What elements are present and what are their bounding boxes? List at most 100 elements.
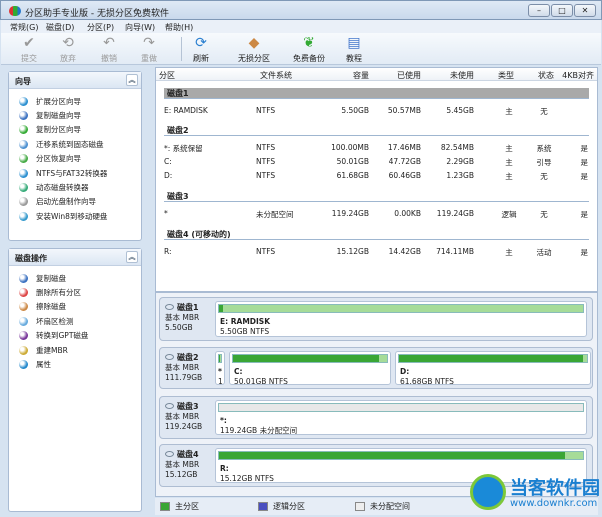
disk-type: 基本 MBR	[165, 460, 200, 469]
refresh-button[interactable]: ⟳ 刷新	[181, 35, 221, 64]
item-label: 启动光盘制作向导	[36, 197, 96, 207]
column-header[interactable]: 未使用	[450, 70, 474, 81]
disk-type: 基本 MBR	[165, 412, 200, 421]
menu-partition[interactable]: 分区(P)	[87, 22, 114, 33]
panel-item[interactable]: 重建MBR	[9, 343, 141, 357]
usage-fill	[219, 452, 565, 459]
wizard-panel-header: 向导 ︽	[9, 72, 141, 89]
panel-item[interactable]: 擦除磁盘	[9, 300, 141, 314]
commit-button[interactable]: ✔ 提交	[9, 35, 49, 64]
disk-panel[interactable]: 磁盘1 基本 MBR 5.50GB E: RAMDISK 5.50GB NTFS	[159, 297, 593, 341]
watermark: 当客软件园 www.downkr.com	[470, 470, 600, 517]
panel-item[interactable]: 迁移系统到固态磁盘	[9, 137, 141, 151]
tutorial-button[interactable]: ▤ 教程	[334, 35, 374, 64]
table-cell: 0.00KB	[394, 209, 421, 218]
item-icon	[19, 139, 28, 149]
menu-general[interactable]: 常规(G)	[10, 22, 38, 33]
item-icon	[19, 316, 28, 326]
unallocated-swatch-icon	[355, 502, 365, 511]
panel-item[interactable]: 复制磁盘	[9, 271, 141, 285]
lossless-partition-button[interactable]: ◆ 无损分区	[231, 35, 277, 64]
column-header[interactable]: 已使用	[397, 70, 421, 81]
partition-label: E: RAMDISK 5.50GB NTFS	[220, 317, 270, 337]
disk-name-line: 磁盘4	[165, 450, 199, 460]
panel-item[interactable]: 转换到GPT磁盘	[9, 329, 141, 343]
panel-item[interactable]: NTFS与FAT32转换器	[9, 166, 141, 180]
panel-item[interactable]: 坏扇区检测	[9, 314, 141, 328]
item-label: 复制分区向导	[36, 125, 81, 135]
logical-swatch-icon	[258, 502, 268, 511]
redo-button[interactable]: ↷ 重做	[129, 35, 169, 64]
usage-fill	[233, 355, 380, 362]
item-icon	[19, 360, 28, 370]
partition-table: 分区 文件系统 容量 已使用 未使用 类型 状态 4KB对齐 磁盘1 E: RAMDISK NTF…	[155, 67, 598, 292]
undo-button[interactable]: ↶ 撤销	[89, 35, 129, 64]
column-header[interactable]: 4KB对齐	[562, 70, 594, 81]
table-row[interactable]: D: NTFS 61.68GB 60.46GB 1.23GB 主 无 是	[156, 170, 597, 183]
item-label: 安装Win8到移动硬盘	[36, 211, 108, 221]
item-label: 删除所有分区	[36, 288, 81, 298]
table-row[interactable]: R: NTFS 15.12GB 14.42GB 714.11MB 主 活动 是	[156, 246, 597, 259]
disk-panel[interactable]: 磁盘2 基本 MBR 111.79GB * 1 C: 50.01GB NTFS D: 61.68…	[159, 347, 593, 389]
table-cell: 17.46MB	[387, 143, 421, 152]
table-cell: 主	[505, 248, 513, 257]
disk-panel[interactable]: 磁盘3 基本 MBR 119.24GB *: 119.24GB 未分配空间	[159, 396, 593, 439]
partition-block[interactable]: D: 61.68GB NTFS	[395, 351, 591, 386]
free-backup-button[interactable]: ❦ 免费备份	[286, 35, 332, 64]
panel-item[interactable]: 动态磁盘转换器	[9, 180, 141, 194]
column-header[interactable]: 状态	[538, 70, 554, 81]
item-icon	[19, 302, 28, 312]
column-header[interactable]: 类型	[498, 70, 514, 81]
maximize-button[interactable]: □	[551, 4, 573, 17]
panel-item[interactable]: 删除所有分区	[9, 285, 141, 299]
table-cell: 主	[505, 107, 513, 116]
item-label: 复制磁盘向导	[36, 111, 81, 121]
item-icon	[19, 331, 28, 341]
menu-help[interactable]: 帮助(H)	[165, 22, 193, 33]
table-row[interactable]: C: NTFS 50.01GB 47.72GB 2.29GB 主 引导 是	[156, 156, 597, 169]
item-label: 坏扇区检测	[36, 316, 74, 326]
item-label: NTFS与FAT32转换器	[36, 168, 108, 178]
table-header: 分区 文件系统 容量 已使用 未使用 类型 状态 4KB对齐	[156, 68, 597, 81]
check-icon: ✔	[23, 35, 35, 51]
panel-item[interactable]: 启动光盘制作向导	[9, 195, 141, 209]
panel-item[interactable]: 扩展分区向导	[9, 94, 141, 108]
disk-type: 基本 MBR	[165, 363, 200, 372]
column-header[interactable]: 容量	[353, 70, 369, 81]
backup-icon: ❦	[303, 35, 315, 51]
item-label: 动态磁盘转换器	[36, 183, 89, 193]
panel-item[interactable]: 安装Win8到移动硬盘	[9, 209, 141, 223]
partition-block[interactable]: E: RAMDISK 5.50GB NTFS	[215, 301, 587, 337]
app-icon	[9, 6, 21, 16]
table-cell: 是	[580, 248, 589, 257]
panel-item[interactable]: 复制磁盘向导	[9, 108, 141, 122]
partition-block[interactable]: C: 50.01GB NTFS	[229, 351, 391, 386]
panel-item[interactable]: 分区恢复向导	[9, 152, 141, 166]
panel-item[interactable]: 复制分区向导	[9, 123, 141, 137]
table-row[interactable]: *: 系统保留 NTFS 100.00MB 17.46MB 82.54MB 主 系统 是	[156, 142, 597, 155]
partition-block[interactable]: * 1	[215, 351, 225, 386]
menu-wizard[interactable]: 向导(W)	[125, 22, 155, 33]
table-row[interactable]: * 未分配空间 119.24GB 0.00KB 119.24GB 逻辑 无 是	[156, 208, 597, 221]
table-row[interactable]: E: RAMDISK NTFS 5.50GB 50.57MB 5.45GB 主 无	[156, 105, 597, 118]
undo-icon: ↶	[103, 35, 115, 51]
disk-name: 磁盘4	[177, 450, 199, 459]
menu-disk[interactable]: 磁盘(D)	[46, 22, 74, 33]
close-button[interactable]: ✕	[574, 4, 596, 17]
legend-unallocated: 未分配空间	[355, 501, 410, 512]
column-header[interactable]: 文件系统	[260, 70, 292, 81]
column-header[interactable]: 分区	[159, 70, 175, 81]
usage-bar	[218, 354, 222, 363]
table-cell: 无	[540, 107, 548, 116]
partition-block[interactable]: *: 119.24GB 未分配空间	[215, 400, 587, 435]
panel-item[interactable]: 属性	[9, 357, 141, 371]
collapse-icon[interactable]: ︽	[126, 251, 138, 263]
table-cell: 是	[580, 158, 589, 167]
disk-group-header: 磁盘1	[164, 88, 589, 99]
table-cell: R:	[164, 247, 172, 256]
collapse-icon[interactable]: ︽	[126, 74, 138, 86]
disk-type: 基本 MBR	[165, 313, 200, 322]
discard-button[interactable]: ⟲ 放弃	[48, 35, 88, 64]
disk-ops-panel: 磁盘操作 ︽ 复制磁盘 删除所有分区 擦除磁盘 坏扇区检测 转换到GPT磁盘 重建MBR 属性	[8, 248, 142, 512]
minimize-button[interactable]: –	[528, 4, 550, 17]
